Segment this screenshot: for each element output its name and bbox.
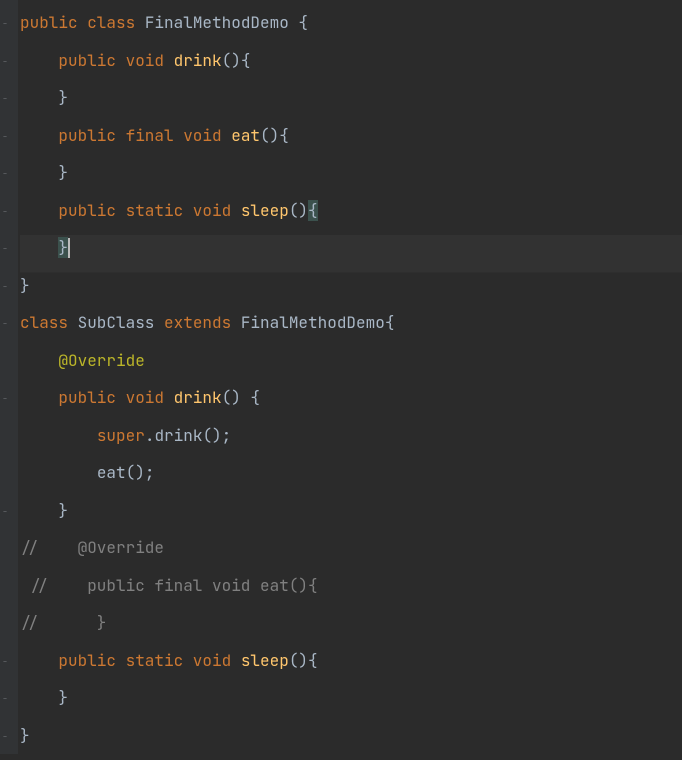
token-cls: FinalMethodDemo bbox=[241, 312, 385, 333]
token-mth: drink bbox=[174, 387, 222, 408]
unfold-icon[interactable]: − bbox=[2, 95, 14, 103]
token-cls: SubClass bbox=[78, 312, 164, 333]
fold-icon[interactable]: − bbox=[2, 208, 14, 216]
token-brace: } bbox=[58, 162, 68, 183]
code-line[interactable]: public static void sleep(){ bbox=[20, 648, 682, 686]
code-line[interactable]: } bbox=[20, 273, 682, 311]
token-kw: public void bbox=[58, 50, 173, 71]
token-mth: sleep bbox=[241, 650, 289, 671]
code-line[interactable]: // } bbox=[20, 610, 682, 648]
code-line[interactable]: eat(); bbox=[20, 460, 682, 498]
token-mth: eat bbox=[231, 125, 260, 146]
token-brace: } bbox=[58, 687, 68, 708]
token-comment: // @Override bbox=[20, 537, 164, 558]
token-comment: // } bbox=[20, 612, 106, 633]
fold-icon[interactable]: − bbox=[2, 395, 14, 403]
token-comment: // public final void eat(){ bbox=[20, 575, 318, 596]
fold-icon[interactable]: − bbox=[2, 133, 14, 141]
token-cls: eat bbox=[97, 462, 126, 483]
unfold-icon[interactable]: − bbox=[2, 170, 14, 178]
token-mth: drink bbox=[174, 50, 222, 71]
token-brace: (){ bbox=[260, 125, 289, 146]
text-caret bbox=[68, 238, 70, 258]
token-brace: (); bbox=[126, 462, 155, 483]
unfold-icon[interactable]: − bbox=[2, 283, 14, 291]
code-line[interactable]: public static void sleep(){ bbox=[20, 198, 682, 236]
code-line[interactable]: class SubClass extends FinalMethodDemo{ bbox=[20, 310, 682, 348]
code-line[interactable]: } bbox=[20, 498, 682, 536]
code-line[interactable]: } bbox=[20, 685, 682, 723]
unfold-icon[interactable]: − bbox=[2, 695, 14, 703]
token-brace: { bbox=[298, 12, 308, 33]
token-brace: } bbox=[20, 725, 30, 746]
code-line[interactable]: @Override bbox=[20, 348, 682, 386]
token-kw: public static void bbox=[58, 200, 240, 221]
token-brace: } bbox=[58, 87, 68, 108]
code-area[interactable]: public class FinalMethodDemo { public vo… bbox=[18, 0, 682, 754]
code-line[interactable]: public void drink(){ bbox=[20, 48, 682, 86]
editor-gutter[interactable]: − − − − − − − − − − − − − − bbox=[0, 0, 18, 754]
token-mth: sleep bbox=[241, 200, 289, 221]
token-cls: drink bbox=[154, 425, 202, 446]
token-kw: public class bbox=[20, 12, 145, 33]
code-line[interactable]: super.drink(); bbox=[20, 423, 682, 461]
fold-icon[interactable]: − bbox=[2, 320, 14, 328]
code-editor[interactable]: − − − − − − − − − − − − − − public class FinalMethodD… bbox=[0, 0, 682, 754]
token-kw: public final void bbox=[58, 125, 231, 146]
token-cls: FinalMethodDemo bbox=[145, 12, 299, 33]
unfold-icon[interactable]: − bbox=[2, 733, 14, 741]
token-brace: (); bbox=[202, 425, 231, 446]
token-kw: extends bbox=[164, 312, 241, 333]
token-kw: public static void bbox=[58, 650, 240, 671]
token-kw: class bbox=[20, 312, 78, 333]
code-line[interactable]: public class FinalMethodDemo { bbox=[20, 10, 682, 48]
token-brace-match: } bbox=[58, 237, 68, 258]
token-brace: } bbox=[20, 275, 30, 296]
fold-icon[interactable]: − bbox=[2, 58, 14, 66]
token-brace: } bbox=[58, 500, 68, 521]
token-brace: (){ bbox=[289, 650, 318, 671]
fold-icon[interactable]: − bbox=[2, 20, 14, 28]
code-line[interactable]: } bbox=[20, 235, 682, 273]
code-line[interactable]: public void drink() { bbox=[20, 385, 682, 423]
token-brace: { bbox=[385, 312, 395, 333]
code-line[interactable]: } bbox=[20, 160, 682, 198]
token-brace: () { bbox=[222, 387, 260, 408]
token-kw: public void bbox=[58, 387, 173, 408]
code-line[interactable]: // public final void eat(){ bbox=[20, 573, 682, 611]
code-line[interactable]: public final void eat(){ bbox=[20, 123, 682, 161]
code-line[interactable]: // @Override bbox=[20, 535, 682, 573]
token-kw: super bbox=[97, 425, 145, 446]
fold-icon[interactable]: − bbox=[2, 658, 14, 666]
unfold-icon[interactable]: − bbox=[2, 508, 14, 516]
token-brace: () bbox=[289, 200, 308, 221]
token-brace: . bbox=[145, 425, 155, 446]
token-brace: (){ bbox=[222, 50, 251, 71]
code-line[interactable]: } bbox=[20, 85, 682, 123]
code-line[interactable]: } bbox=[20, 723, 682, 760]
unfold-icon[interactable]: − bbox=[2, 245, 14, 253]
token-brace-match: { bbox=[308, 200, 318, 221]
token-annot: @Override bbox=[58, 350, 144, 371]
